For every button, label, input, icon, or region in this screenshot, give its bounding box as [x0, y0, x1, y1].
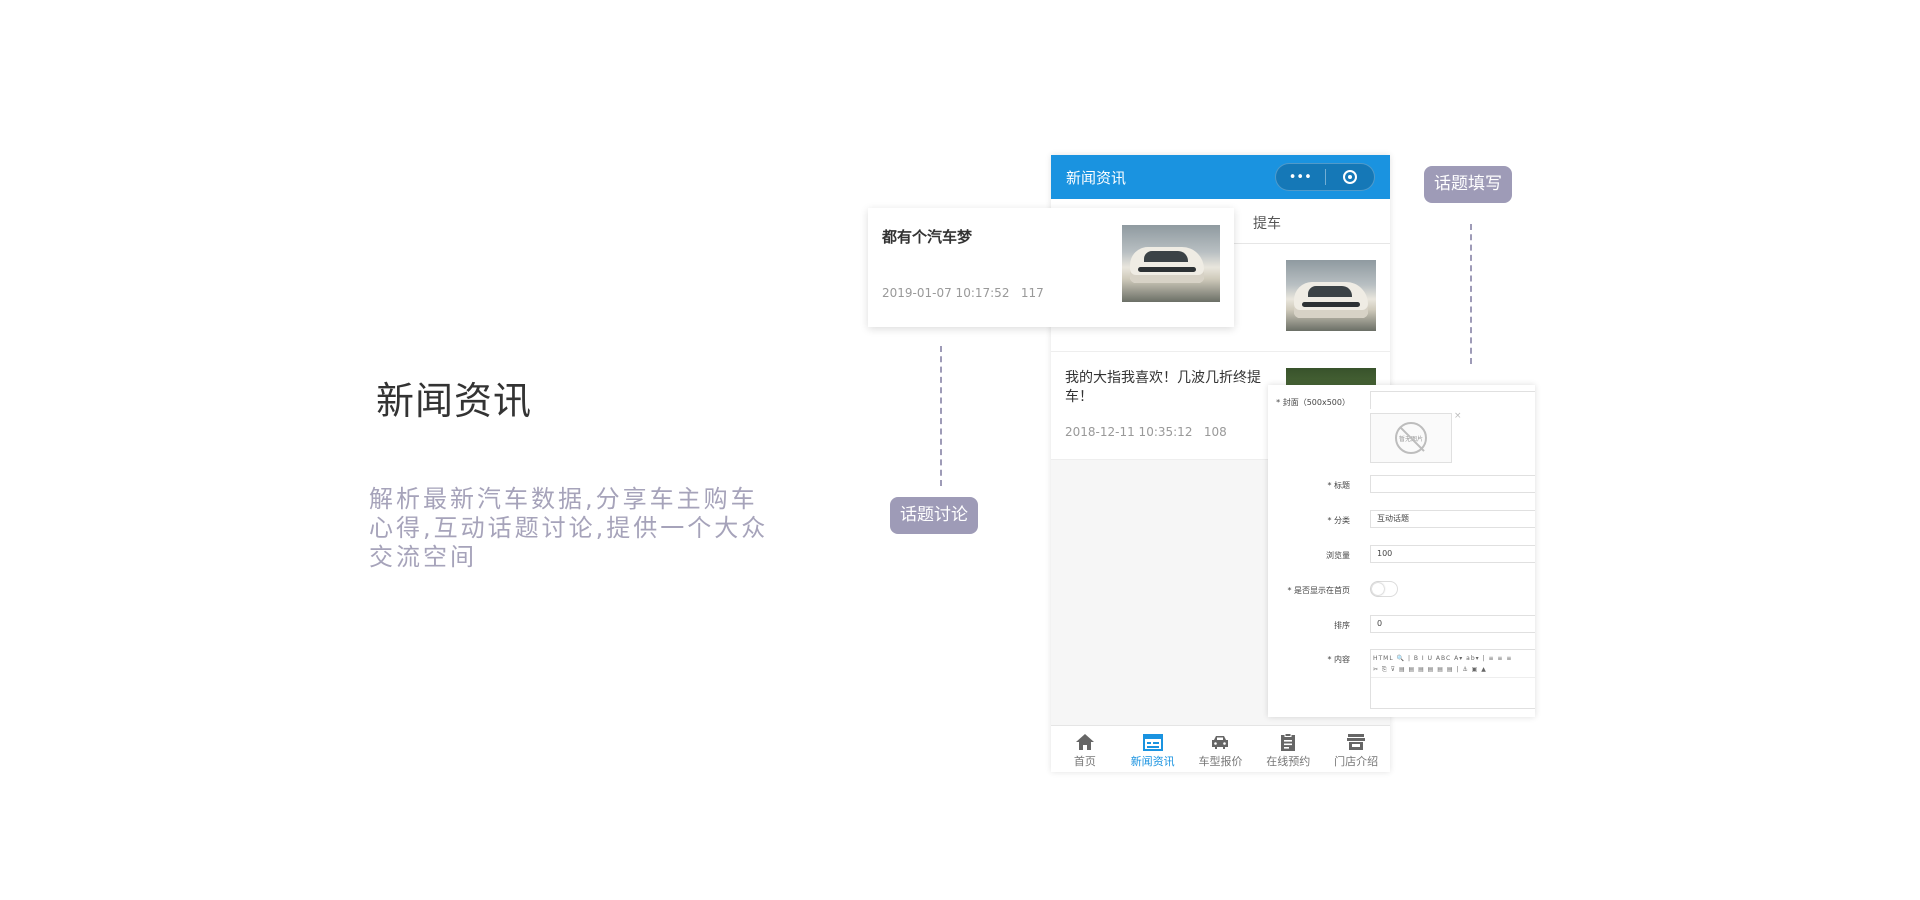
editor-toolbar[interactable]: HTML 🔍 | B I U ABC A▾ ab▾ | ≡ ≡ ≡ ✂ ⎘ ⊽ …: [1371, 650, 1535, 678]
tab-pickup[interactable]: 提车: [1253, 213, 1281, 233]
news-title: 我的大指我喜欢！几波几折终提车！: [1065, 370, 1261, 405]
cover-upload[interactable]: 暂无图片: [1370, 413, 1452, 463]
views-label: 浏览量: [1326, 551, 1350, 560]
featured-news-card[interactable]: 都有个汽车梦 2019-01-07 10:17:52 117: [868, 208, 1234, 327]
show-home-label: * 是否显示在首页: [1287, 586, 1350, 595]
title-label: * 标题: [1327, 481, 1350, 490]
tabbar-item-news[interactable]: 新闻资讯: [1119, 726, 1187, 772]
news-thumbnail: [1122, 225, 1220, 302]
tabbar-item-store[interactable]: 门店介绍: [1322, 726, 1390, 772]
home-icon: [1075, 732, 1095, 752]
tabbar-item-booking[interactable]: 在线预约: [1254, 726, 1322, 772]
cover-label: * 封面（500x500）: [1276, 398, 1350, 407]
news-views: 117: [1020, 286, 1044, 300]
sort-label: 排序: [1334, 621, 1350, 630]
remove-icon[interactable]: ×: [1454, 411, 1462, 421]
news-date: 2018-12-11 10:35:12: [1065, 425, 1193, 439]
car-icon: [1210, 732, 1230, 752]
callout-line: [1470, 224, 1472, 364]
page-title: 新闻资讯: [376, 379, 533, 423]
bottom-tabbar: 首页 新闻资讯 车型报价 在线预约 门店介绍: [1051, 725, 1390, 772]
page-description: 解析最新汽车数据,分享车主购车心得,互动话题讨论,提供一个大众交流空间: [369, 485, 769, 571]
news-views: 108: [1203, 425, 1227, 439]
news-title: 都有个汽车梦: [882, 228, 973, 246]
tabbar-label: 新闻资讯: [1130, 755, 1175, 768]
title-input[interactable]: [1370, 475, 1535, 493]
news-date: 2019-01-07 10:17:52: [882, 286, 1010, 300]
clipboard-icon: [1278, 732, 1298, 752]
topic-form-panel: * 封面（500x500） 暂无图片 × * 标题 * 分类 互动话题 浏览量 …: [1268, 385, 1535, 717]
tabbar-label: 车型报价: [1198, 755, 1243, 768]
topic-discussion-label: 话题讨论: [890, 497, 978, 534]
news-meta: 2019-01-07 10:17:52 117: [882, 286, 1044, 300]
tabbar-item-car-price[interactable]: 车型报价: [1187, 726, 1255, 772]
content-label: * 内容: [1327, 655, 1350, 664]
capsule-menu: •••: [1275, 163, 1375, 191]
store-icon: [1346, 732, 1366, 752]
more-icon[interactable]: •••: [1276, 164, 1325, 190]
news-meta: 2018-12-11 10:35:12 108: [1065, 425, 1227, 439]
views-input[interactable]: 100: [1370, 545, 1535, 563]
tabbar-label: 首页: [1073, 755, 1096, 768]
editor-toolbar-row: ✂ ⎘ ⊽ ▤ ▤ ▤ ▤ ▤ ▤ | ⚓ ▣ ▲: [1373, 666, 1487, 673]
editor-toolbar-row: HTML 🔍 | B I U ABC A▾ ab▾ | ≡ ≡ ≡: [1373, 655, 1513, 662]
tabbar-label: 门店介绍: [1334, 755, 1379, 768]
header-title: 新闻资讯: [1066, 168, 1127, 187]
content-editor[interactable]: HTML 🔍 | B I U ABC A▾ ab▾ | ≡ ≡ ≡ ✂ ⎘ ⊽ …: [1370, 649, 1535, 709]
show-home-toggle[interactable]: [1370, 581, 1398, 597]
callout-line: [940, 346, 942, 486]
close-app-icon[interactable]: [1326, 164, 1375, 190]
topic-fill-label: 话题填写: [1424, 166, 1512, 203]
category-select[interactable]: 互动话题: [1370, 510, 1535, 528]
news-thumbnail: [1286, 260, 1376, 331]
phone-header: 新闻资讯 •••: [1051, 155, 1390, 199]
tabbar-label: 在线预约: [1266, 755, 1311, 768]
cover-field: [1370, 391, 1535, 409]
category-label: * 分类: [1327, 516, 1350, 525]
tabbar-item-home[interactable]: 首页: [1051, 726, 1119, 772]
sort-input[interactable]: 0: [1370, 615, 1535, 633]
calendar-icon: [1142, 732, 1163, 752]
no-image-icon: 暂无图片: [1395, 422, 1427, 454]
